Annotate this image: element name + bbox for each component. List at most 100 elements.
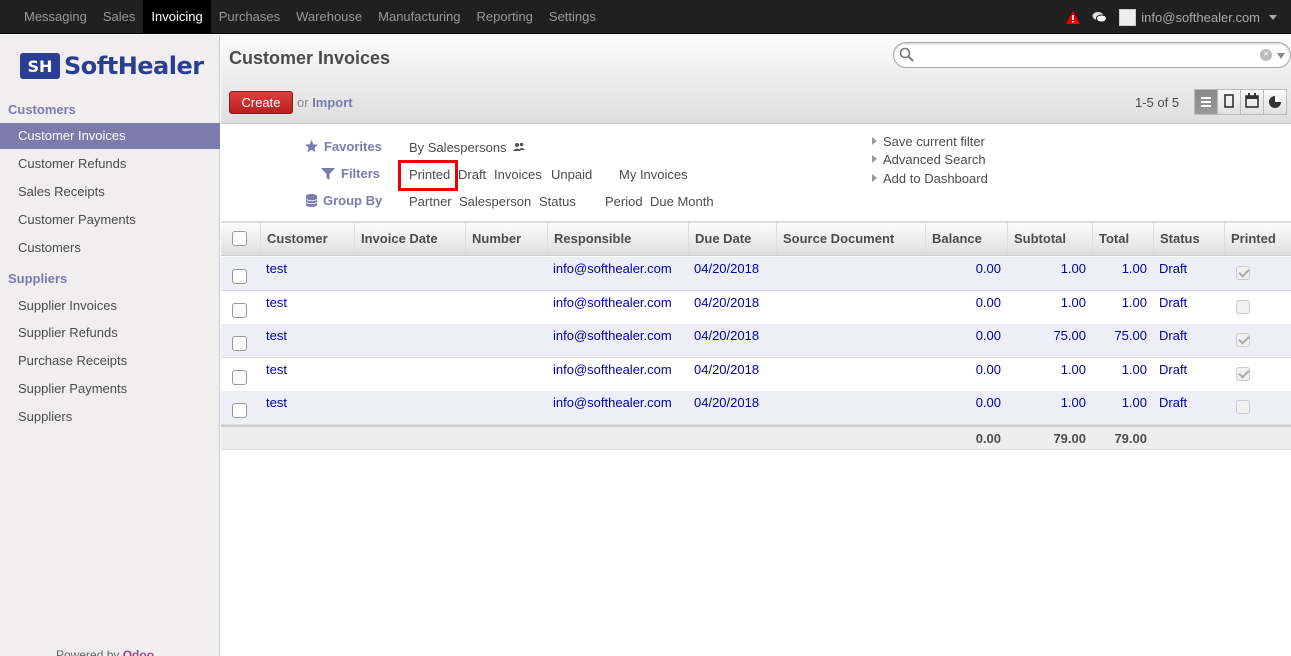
powered-brand-link[interactable]: Odoo bbox=[123, 648, 154, 656]
col-due-date[interactable]: Due Date bbox=[688, 223, 776, 255]
source-document-cell bbox=[782, 257, 925, 290]
pager[interactable]: 1-5 of 5 bbox=[1135, 95, 1179, 110]
groupby-partner[interactable]: Partner bbox=[409, 194, 452, 209]
groupby-due-month[interactable]: Due Month bbox=[650, 194, 714, 209]
sidebar-item-customer-invoices[interactable]: Customer Invoices bbox=[0, 123, 220, 149]
avatar bbox=[1119, 8, 1137, 26]
powered-by: Powered by Odoo bbox=[56, 648, 154, 656]
groupby-status[interactable]: Status bbox=[539, 194, 576, 209]
col-total[interactable]: Total bbox=[1092, 223, 1153, 255]
filter-invoices[interactable]: Invoices bbox=[494, 167, 542, 182]
col-responsible[interactable]: Responsible bbox=[547, 223, 688, 255]
row-checkbox[interactable] bbox=[232, 403, 247, 418]
save-current-filter-link[interactable]: Save current filter bbox=[872, 134, 985, 149]
chat-icon[interactable] bbox=[1092, 11, 1108, 23]
due-date-cell: 04/20/2018 bbox=[694, 395, 760, 410]
menu-warehouse[interactable]: Warehouse bbox=[288, 0, 370, 34]
graph-view-icon[interactable] bbox=[1263, 89, 1287, 115]
row-select-cell bbox=[221, 291, 260, 324]
create-button[interactable]: Create bbox=[229, 91, 293, 114]
table-row[interactable]: test info@softhealer.com 04/20/2018 0.00 1.0… bbox=[221, 391, 1291, 425]
responsible-cell: info@softhealer.com bbox=[553, 328, 672, 343]
menu-settings[interactable]: Settings bbox=[541, 0, 604, 34]
search-drawer: Favorites Filters Group By By Salesperso… bbox=[221, 124, 1291, 222]
balance-cell: 0.00 bbox=[975, 294, 1001, 310]
row-checkbox[interactable] bbox=[232, 369, 247, 385]
responsible-cell: info@softhealer.com bbox=[553, 294, 672, 310]
total-cell: 1.00 bbox=[1121, 361, 1147, 377]
sidebar-item-customers[interactable]: Customers bbox=[0, 235, 220, 261]
responsible-cell: info@softhealer.com bbox=[553, 261, 672, 276]
sidebar-item-supplier-refunds[interactable]: Supplier Refunds bbox=[0, 320, 220, 346]
select-all-checkbox[interactable] bbox=[232, 231, 247, 246]
total-cell: 1.00 bbox=[1121, 294, 1147, 310]
search-drawer-toggle-icon[interactable] bbox=[1277, 53, 1285, 59]
col-number[interactable]: Number bbox=[465, 223, 547, 255]
database-stack-icon bbox=[306, 194, 317, 207]
col-balance[interactable]: Balance bbox=[925, 223, 1007, 255]
groupby-salesperson[interactable]: Salesperson bbox=[459, 194, 531, 209]
section-suppliers: Suppliers bbox=[8, 271, 68, 286]
row-checkbox[interactable] bbox=[232, 269, 247, 284]
user-menu[interactable]: info@softhealer.com bbox=[1119, 8, 1277, 26]
list-view-icon[interactable] bbox=[1194, 89, 1218, 115]
advanced-search-link[interactable]: Advanced Search bbox=[872, 152, 986, 167]
row-select-cell bbox=[221, 257, 260, 290]
table-row[interactable]: test info@softhealer.com 04/20/2018 0.00 1.0… bbox=[221, 358, 1291, 392]
sidebar-item-sales-receipts[interactable]: Sales Receipts bbox=[0, 179, 220, 205]
svg-text:SH: SH bbox=[28, 57, 53, 76]
search-input[interactable]: × bbox=[893, 42, 1291, 68]
menu-reporting[interactable]: Reporting bbox=[469, 0, 541, 34]
calendar-view-icon[interactable] bbox=[1240, 89, 1264, 115]
sidebar-item-customer-payments[interactable]: Customer Payments bbox=[0, 207, 220, 233]
col-status[interactable]: Status bbox=[1153, 223, 1224, 255]
favorite-by-salespersons[interactable]: By Salespersons bbox=[409, 140, 526, 155]
company-logo[interactable]: SH SoftHealer bbox=[20, 51, 204, 81]
import-link[interactable]: Import bbox=[312, 95, 352, 110]
printed-checkbox bbox=[1236, 400, 1250, 414]
row-checkbox[interactable] bbox=[232, 336, 247, 351]
menu-manufacturing[interactable]: Manufacturing bbox=[370, 0, 468, 34]
due-date-cell: 04/20/2018 bbox=[694, 361, 760, 377]
softhealer-logo-icon: SH bbox=[20, 53, 60, 79]
table-row[interactable]: test info@softhealer.com 04/20/2018 0.00 75.… bbox=[221, 324, 1291, 358]
clear-search-icon[interactable]: × bbox=[1260, 49, 1272, 61]
printed-cell bbox=[1224, 358, 1291, 391]
col-customer[interactable]: Customer bbox=[260, 223, 354, 255]
col-source-document[interactable]: Source Document bbox=[776, 223, 925, 255]
number-cell bbox=[471, 358, 547, 391]
customer-cell: test bbox=[266, 361, 287, 377]
menu-messaging[interactable]: Messaging bbox=[16, 0, 95, 34]
sidebar-item-supplier-invoices[interactable]: Supplier Invoices bbox=[0, 293, 220, 319]
balance-cell: 0.00 bbox=[975, 361, 1001, 377]
col-subtotal[interactable]: Subtotal bbox=[1007, 223, 1092, 255]
filter-draft[interactable]: Draft bbox=[458, 167, 486, 182]
view-switcher bbox=[1194, 89, 1287, 115]
sidebar-item-customer-refunds[interactable]: Customer Refunds bbox=[0, 151, 220, 177]
warning-icon[interactable] bbox=[1066, 10, 1081, 24]
sidebar-item-supplier-payments[interactable]: Supplier Payments bbox=[0, 376, 220, 402]
table-row[interactable]: test info@softhealer.com 04/20/2018 0.00 1.0… bbox=[221, 257, 1291, 291]
row-checkbox[interactable] bbox=[232, 302, 247, 318]
filter-unpaid[interactable]: Unpaid bbox=[551, 167, 592, 182]
table-row[interactable]: test info@softhealer.com 04/20/2018 0.00 1.0… bbox=[221, 291, 1291, 325]
powered-prefix: Powered by bbox=[56, 648, 120, 656]
menu-sales[interactable]: Sales bbox=[95, 0, 144, 34]
menu-purchases[interactable]: Purchases bbox=[211, 0, 288, 34]
add-to-dashboard-link[interactable]: Add to Dashboard bbox=[872, 171, 988, 186]
sidebar-item-purchase-receipts[interactable]: Purchase Receipts bbox=[0, 348, 220, 374]
due-date-cell: 04/20/2018 bbox=[694, 294, 760, 310]
subtotal-cell: 75.00 bbox=[1053, 328, 1086, 343]
filter-my-invoices[interactable]: My Invoices bbox=[619, 167, 688, 182]
status-cell: Draft bbox=[1159, 328, 1188, 343]
view-header: Customer Invoices × Create or Import 1-5… bbox=[221, 35, 1291, 124]
groupby-period[interactable]: Period bbox=[605, 194, 643, 209]
printed-cell bbox=[1224, 324, 1291, 357]
sidebar-item-suppliers[interactable]: Suppliers bbox=[0, 404, 220, 430]
total-cell: 75.00 bbox=[1114, 328, 1147, 343]
form-view-icon[interactable] bbox=[1217, 89, 1241, 115]
col-invoice-date[interactable]: Invoice Date bbox=[354, 223, 465, 255]
source-document-cell bbox=[782, 291, 925, 324]
col-printed[interactable]: Printed bbox=[1224, 223, 1291, 255]
menu-invoicing[interactable]: Invoicing bbox=[143, 0, 211, 34]
